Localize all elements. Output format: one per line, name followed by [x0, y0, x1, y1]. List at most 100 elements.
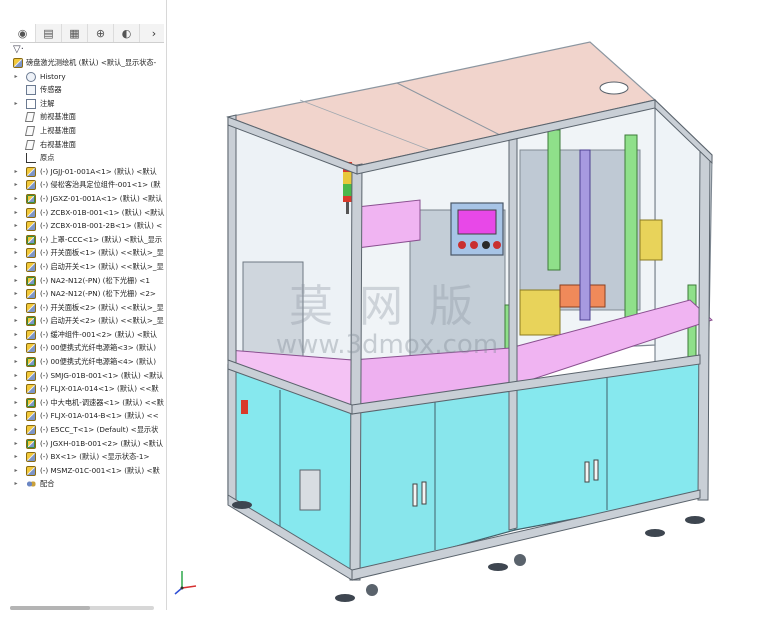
tree-item[interactable]: ▸ (-) ZCBX-01B-001<1> (默认) <默认: [0, 206, 166, 220]
expand-arrow-icon[interactable]: ▸: [12, 246, 20, 260]
filter-icon[interactable]: ▽·: [13, 44, 24, 55]
expand-arrow-icon[interactable]: ▸: [12, 314, 20, 328]
tree-item[interactable]: ▸ (-) JGXH-01B-001<2> (默认) <默认: [0, 437, 166, 451]
display-manager-tab-icon[interactable]: ◐: [114, 24, 140, 42]
tree-item[interactable]: ▸ History: [0, 70, 166, 84]
assembly-icon: [26, 166, 36, 177]
assembly-icon: [26, 397, 36, 408]
expand-arrow-icon[interactable]: ▸: [12, 97, 20, 111]
tree-item-label: (-) JGXZ-01-001A<1> (默认) <默认: [40, 193, 163, 203]
tree-item[interactable]: ▸ (-) 00便携式光纤电源箱<4> (默认): [0, 355, 166, 369]
tree-item-label: (-) 启动开关<1> (默认) <<默认>_显: [40, 261, 164, 271]
tree-item[interactable]: ▸ 配合: [0, 477, 166, 491]
assembly-icon: [26, 357, 36, 368]
expand-arrow-icon[interactable]: ▸: [12, 178, 20, 192]
tree-item[interactable]: ▸ (-) ZCBX-01B-001-2B<1> (默认) <: [0, 219, 166, 233]
assembly-icon: [26, 438, 36, 449]
expand-arrow-icon[interactable]: ▸: [12, 382, 20, 396]
expand-arrow-icon[interactable]: ▸: [12, 423, 20, 437]
expand-arrow-icon[interactable]: ▸: [12, 450, 20, 464]
tree-item[interactable]: ▸ (-) 侵松客治具定位组件-001<1> (默: [0, 178, 166, 192]
chevron-right-icon[interactable]: ›: [144, 27, 164, 40]
expand-arrow-icon[interactable]: ▸: [12, 206, 20, 220]
tree-item[interactable]: 前视基准面: [0, 110, 166, 124]
expand-arrow-icon[interactable]: ▸: [12, 260, 20, 274]
tree-item[interactable]: ▸ (-) FLJX-01A-014-B<1> (默认) <<: [0, 409, 166, 423]
tree-item-label: 上视基准面: [40, 125, 76, 135]
expand-arrow-icon[interactable]: ▸: [12, 464, 20, 478]
assembly-icon: [26, 370, 36, 381]
configuration-manager-tab-icon[interactable]: ▦: [62, 24, 88, 42]
expand-arrow-icon[interactable]: ▸: [12, 328, 20, 342]
tree-item[interactable]: ▸ (-) BX<1> (默认) <显示状态-1>: [0, 450, 166, 464]
tree-item-label: (-) 中大电机-调速器<1> (默认) <<默: [40, 397, 164, 407]
horizontal-scrollbar[interactable]: [10, 606, 154, 610]
tree-item[interactable]: ▸ (-) SMJG-01B-001<1> (默认) <默认: [0, 369, 166, 383]
tree-item[interactable]: ▸ (-) 开关面板<2> (默认) <<默认>_显: [0, 301, 166, 315]
assembly-icon: [26, 465, 36, 476]
expand-arrow-icon[interactable]: ▸: [12, 274, 20, 288]
assembly-icon: [26, 207, 36, 218]
tree-item-label: (-) ZCBX-01B-001-2B<1> (默认) <: [40, 221, 163, 231]
tree-item[interactable]: ▸ (-) E5CC_T<1> (Default) <显示状: [0, 423, 166, 437]
tree-item[interactable]: ▸ (-) 启动开关<2> (默认) <<默认>_显: [0, 314, 166, 328]
tree-item[interactable]: ▸ (-) JGJJ-01-001A<1> (默认) <默认: [0, 165, 166, 179]
expand-arrow-icon[interactable]: ▸: [12, 369, 20, 383]
tree-item[interactable]: 右视基准面: [0, 138, 166, 152]
property-manager-tab-icon[interactable]: ▤: [36, 24, 62, 42]
expand-arrow-icon[interactable]: ▸: [12, 355, 20, 369]
assembly-icon: [26, 329, 36, 340]
tree-item[interactable]: ▸ (-) 中大电机-调速器<1> (默认) <<默: [0, 396, 166, 410]
tree-item[interactable]: ▸ (-) 00便携式光纤电源箱<3> (默认): [0, 341, 166, 355]
tree-item-label: 配合: [40, 479, 55, 489]
assembly-icon: [26, 261, 36, 272]
expand-arrow-icon[interactable]: ▸: [12, 70, 20, 84]
expand-arrow-icon[interactable]: ▸: [12, 409, 20, 423]
expand-arrow-icon[interactable]: ▸: [12, 341, 20, 355]
graphics-viewport[interactable]: [166, 0, 773, 623]
expand-arrow-icon[interactable]: ▸: [12, 437, 20, 451]
tree-item-label: (-) 开关面板<1> (默认) <<默认>_显: [40, 248, 164, 258]
tree-item[interactable]: ▸ 注解: [0, 97, 166, 111]
tree-item[interactable]: ▸ (-) NA2-N12(-PN) (松下光栅) <2>: [0, 287, 166, 301]
scrollbar-thumb[interactable]: [10, 606, 90, 610]
assembly-icon: [26, 180, 36, 191]
tree-item-label: (-) JGXH-01B-001<2> (默认) <默认: [40, 438, 164, 448]
expand-arrow-icon[interactable]: ▸: [12, 287, 20, 301]
tree-item-label: 注解: [40, 98, 55, 108]
tree-item-label: (-) 启动开关<2> (默认) <<默认>_显: [40, 316, 164, 326]
tree-item[interactable]: 传感器: [0, 83, 166, 97]
feature-manager-tab-icon[interactable]: ◉: [10, 24, 36, 42]
tree-item-label: (-) NA2-N12(-PN) (松下光栅) <2>: [40, 289, 156, 299]
expand-arrow-icon[interactable]: ▸: [12, 477, 20, 491]
plane-icon: [24, 139, 36, 150]
sensors-icon: [26, 85, 36, 96]
expand-arrow-icon[interactable]: ▸: [12, 396, 20, 410]
expand-arrow-icon[interactable]: ▸: [12, 165, 20, 179]
tree-item[interactable]: 上视基准面: [0, 124, 166, 138]
tree-item[interactable]: ▸ (-) FLJX-01A-014<1> (默认) <<默: [0, 382, 166, 396]
tree-root[interactable]: 磅盘激光测绘机 (默认) <默认_显示状态-: [0, 56, 166, 70]
tree-item[interactable]: ▸ (-) NA2-N12(-PN) (松下光栅) <1: [0, 274, 166, 288]
feature-manager-panel: ◉ ▤ ▦ ⊕ ◐ › ▽· 磅盘激光测绘机 (默认) <默认_显示状态- ▸ H…: [0, 0, 167, 610]
assembly-icon: [26, 343, 36, 354]
assembly-icon: [26, 452, 36, 463]
tree-item[interactable]: ▸ (-) JGXZ-01-001A<1> (默认) <默认: [0, 192, 166, 206]
expand-arrow-icon[interactable]: ▸: [12, 233, 20, 247]
tree-item-label: (-) ZCBX-01B-001<1> (默认) <默认: [40, 207, 165, 217]
tree-item[interactable]: ▸ (-) 上罩-CCC<1> (默认) <默认_显示: [0, 233, 166, 247]
tree-item[interactable]: ▸ (-) 开关面板<1> (默认) <<默认>_显: [0, 246, 166, 260]
tree-item[interactable]: 原点: [0, 151, 166, 165]
expand-arrow-icon[interactable]: ▸: [12, 301, 20, 315]
annotations-icon: [26, 98, 36, 109]
expand-arrow-icon[interactable]: ▸: [12, 192, 20, 206]
tree-item[interactable]: ▸ (-) MSMZ-01C-001<1> (默认) <默: [0, 464, 166, 478]
tree-item[interactable]: ▸ (-) 缓冲组件-001<2> (默认) <默认: [0, 328, 166, 342]
expand-arrow-icon[interactable]: ▸: [12, 219, 20, 233]
tree-item[interactable]: ▸ (-) 启动开关<1> (默认) <<默认>_显: [0, 260, 166, 274]
mates-icon: [26, 479, 36, 490]
dimxpert-tab-icon[interactable]: ⊕: [88, 24, 114, 42]
tree-root-label: 磅盘激光测绘机 (默认) <默认_显示状态-: [26, 58, 157, 67]
assembly-icon: [26, 411, 36, 422]
machine-model-3d[interactable]: [166, 0, 773, 623]
